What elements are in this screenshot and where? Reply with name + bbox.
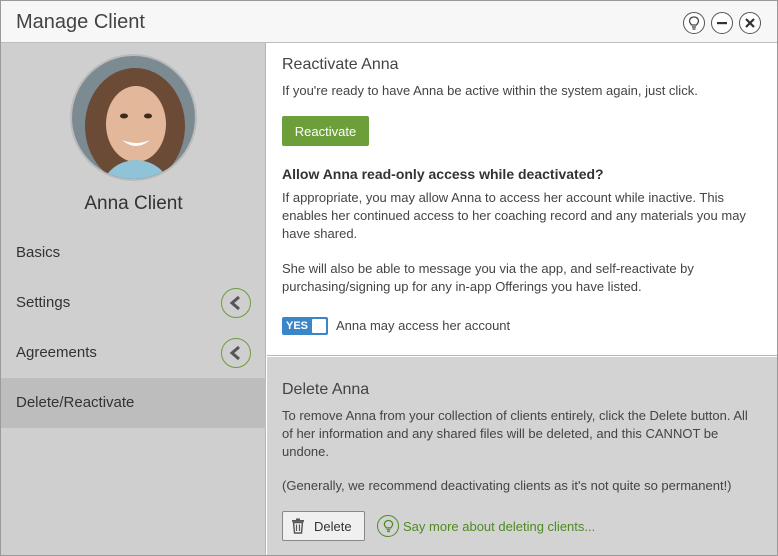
- delete-help-link-label: Say more about deleting clients...: [403, 518, 596, 534]
- sidebar-item-delete-reactivate[interactable]: Delete/Reactivate: [1, 378, 266, 428]
- client-name: Anna Client: [84, 193, 183, 214]
- sidebar: Anna Client Basics Settings Agreements D…: [1, 43, 266, 555]
- delete-help-link[interactable]: Say more about deleting clients...: [377, 515, 595, 537]
- close-button[interactable]: [739, 12, 761, 34]
- toggle-knob: [312, 319, 326, 333]
- settings-expand-button[interactable]: [221, 288, 251, 318]
- close-icon: [745, 18, 755, 28]
- read-only-paragraph-1: If appropriate, you may allow Anna to ac…: [282, 190, 746, 241]
- read-only-access-toggle[interactable]: YES: [282, 317, 328, 335]
- title-bar: Manage Client: [1, 1, 777, 43]
- sidebar-item-label: Agreements: [16, 344, 97, 361]
- sidebar-item-label: Settings: [16, 294, 71, 311]
- delete-title: Delete Anna: [282, 381, 370, 398]
- trash-icon: [292, 518, 304, 534]
- sidebar-item-basics[interactable]: Basics: [1, 228, 266, 278]
- delete-button-label: Delete: [314, 518, 352, 534]
- lightbulb-icon: [377, 515, 399, 537]
- toggle-label: Anna may access her account: [336, 318, 511, 333]
- chevron-left-icon: [229, 295, 240, 311]
- delete-panel: Delete Anna To remove Anna from your col…: [267, 357, 777, 555]
- delete-paragraph-2: (Generally, we recommend deactivating cl…: [282, 478, 732, 493]
- sidebar-item-label: Basics: [16, 244, 61, 261]
- read-only-question: Allow Anna read-only access while deacti…: [282, 166, 604, 182]
- client-avatar: [70, 54, 197, 181]
- minimize-button[interactable]: [711, 12, 733, 34]
- sidebar-item-agreements[interactable]: Agreements: [1, 328, 266, 378]
- avatar-photo: [72, 56, 195, 179]
- minus-icon: [717, 22, 727, 25]
- chevron-left-icon: [229, 345, 240, 361]
- sidebar-item-label: Delete/Reactivate: [16, 394, 135, 411]
- reactivate-title: Reactivate Anna: [282, 56, 399, 73]
- reactivate-panel: Reactivate Anna If you're ready to have …: [267, 43, 777, 356]
- toggle-state-label: YES: [286, 320, 309, 332]
- read-only-paragraph-2: She will also be able to message you via…: [282, 261, 694, 294]
- delete-paragraph-1: To remove Anna from your collection of c…: [282, 408, 748, 459]
- window-title: Manage Client: [16, 11, 145, 33]
- reactivate-button[interactable]: Reactivate: [282, 116, 369, 146]
- help-bulb-button[interactable]: [683, 12, 705, 34]
- sidebar-item-settings[interactable]: Settings: [1, 278, 266, 328]
- manage-client-window: Manage Client Anna Client Basics Setting…: [0, 0, 778, 556]
- agreements-expand-button[interactable]: [221, 338, 251, 368]
- reactivate-description: If you're ready to have Anna be active w…: [282, 83, 698, 98]
- delete-button[interactable]: Delete: [282, 511, 365, 541]
- lightbulb-icon: [688, 16, 700, 30]
